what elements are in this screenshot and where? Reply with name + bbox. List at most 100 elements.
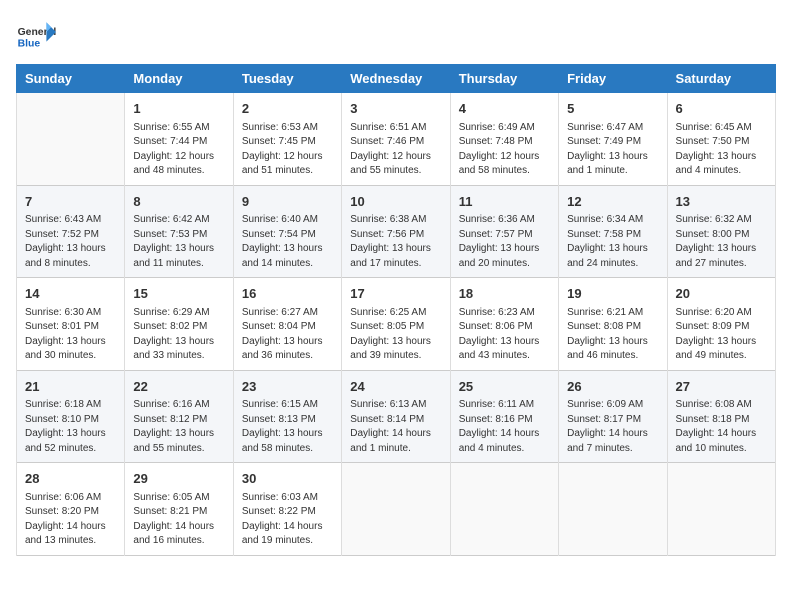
day-number: 17 (350, 284, 441, 304)
day-number: 6 (676, 99, 767, 119)
calendar-week-row: 1Sunrise: 6:55 AM Sunset: 7:44 PM Daylig… (17, 93, 776, 186)
calendar-cell: 8Sunrise: 6:42 AM Sunset: 7:53 PM Daylig… (125, 185, 233, 278)
calendar-cell (667, 463, 775, 556)
calendar-cell: 15Sunrise: 6:29 AM Sunset: 8:02 PM Dayli… (125, 278, 233, 371)
calendar-cell: 30Sunrise: 6:03 AM Sunset: 8:22 PM Dayli… (233, 463, 341, 556)
calendar-week-row: 28Sunrise: 6:06 AM Sunset: 8:20 PM Dayli… (17, 463, 776, 556)
calendar-cell: 13Sunrise: 6:32 AM Sunset: 8:00 PM Dayli… (667, 185, 775, 278)
cell-content: Sunrise: 6:13 AM Sunset: 8:14 PM Dayligh… (350, 398, 441, 456)
cell-content: Sunrise: 6:29 AM Sunset: 8:02 PM Dayligh… (133, 306, 224, 364)
cell-content: Sunrise: 6:18 AM Sunset: 8:10 PM Dayligh… (25, 398, 116, 456)
calendar-cell: 11Sunrise: 6:36 AM Sunset: 7:57 PM Dayli… (450, 185, 558, 278)
day-number: 10 (350, 192, 441, 212)
day-number: 27 (676, 377, 767, 397)
calendar-cell: 19Sunrise: 6:21 AM Sunset: 8:08 PM Dayli… (559, 278, 667, 371)
calendar-cell: 27Sunrise: 6:08 AM Sunset: 8:18 PM Dayli… (667, 370, 775, 463)
cell-content: Sunrise: 6:45 AM Sunset: 7:50 PM Dayligh… (676, 121, 767, 179)
cell-content: Sunrise: 6:43 AM Sunset: 7:52 PM Dayligh… (25, 213, 116, 271)
header-row: SundayMondayTuesdayWednesdayThursdayFrid… (17, 65, 776, 93)
cell-content: Sunrise: 6:47 AM Sunset: 7:49 PM Dayligh… (567, 121, 658, 179)
calendar-cell: 22Sunrise: 6:16 AM Sunset: 8:12 PM Dayli… (125, 370, 233, 463)
calendar-week-row: 21Sunrise: 6:18 AM Sunset: 8:10 PM Dayli… (17, 370, 776, 463)
calendar-cell: 14Sunrise: 6:30 AM Sunset: 8:01 PM Dayli… (17, 278, 125, 371)
cell-content: Sunrise: 6:15 AM Sunset: 8:13 PM Dayligh… (242, 398, 333, 456)
calendar-cell: 17Sunrise: 6:25 AM Sunset: 8:05 PM Dayli… (342, 278, 450, 371)
cell-content: Sunrise: 6:21 AM Sunset: 8:08 PM Dayligh… (567, 306, 658, 364)
day-number: 4 (459, 99, 550, 119)
day-number: 12 (567, 192, 658, 212)
calendar-cell (450, 463, 558, 556)
cell-content: Sunrise: 6:30 AM Sunset: 8:01 PM Dayligh… (25, 306, 116, 364)
col-header-saturday: Saturday (667, 65, 775, 93)
day-number: 19 (567, 284, 658, 304)
calendar-cell: 16Sunrise: 6:27 AM Sunset: 8:04 PM Dayli… (233, 278, 341, 371)
calendar-week-row: 7Sunrise: 6:43 AM Sunset: 7:52 PM Daylig… (17, 185, 776, 278)
cell-content: Sunrise: 6:38 AM Sunset: 7:56 PM Dayligh… (350, 213, 441, 271)
day-number: 7 (25, 192, 116, 212)
day-number: 26 (567, 377, 658, 397)
cell-content: Sunrise: 6:09 AM Sunset: 8:17 PM Dayligh… (567, 398, 658, 456)
calendar-cell: 10Sunrise: 6:38 AM Sunset: 7:56 PM Dayli… (342, 185, 450, 278)
cell-content: Sunrise: 6:36 AM Sunset: 7:57 PM Dayligh… (459, 213, 550, 271)
day-number: 18 (459, 284, 550, 304)
calendar-cell (342, 463, 450, 556)
day-number: 13 (676, 192, 767, 212)
day-number: 30 (242, 469, 333, 489)
calendar-week-row: 14Sunrise: 6:30 AM Sunset: 8:01 PM Dayli… (17, 278, 776, 371)
calendar-cell: 21Sunrise: 6:18 AM Sunset: 8:10 PM Dayli… (17, 370, 125, 463)
day-number: 29 (133, 469, 224, 489)
col-header-monday: Monday (125, 65, 233, 93)
col-header-sunday: Sunday (17, 65, 125, 93)
day-number: 3 (350, 99, 441, 119)
day-number: 28 (25, 469, 116, 489)
day-number: 15 (133, 284, 224, 304)
calendar-cell: 12Sunrise: 6:34 AM Sunset: 7:58 PM Dayli… (559, 185, 667, 278)
day-number: 22 (133, 377, 224, 397)
cell-content: Sunrise: 6:16 AM Sunset: 8:12 PM Dayligh… (133, 398, 224, 456)
svg-text:Blue: Blue (18, 38, 41, 49)
calendar-cell: 9Sunrise: 6:40 AM Sunset: 7:54 PM Daylig… (233, 185, 341, 278)
day-number: 2 (242, 99, 333, 119)
calendar-cell: 26Sunrise: 6:09 AM Sunset: 8:17 PM Dayli… (559, 370, 667, 463)
cell-content: Sunrise: 6:03 AM Sunset: 8:22 PM Dayligh… (242, 491, 333, 549)
calendar-cell (559, 463, 667, 556)
day-number: 16 (242, 284, 333, 304)
day-number: 8 (133, 192, 224, 212)
cell-content: Sunrise: 6:11 AM Sunset: 8:16 PM Dayligh… (459, 398, 550, 456)
day-number: 23 (242, 377, 333, 397)
cell-content: Sunrise: 6:20 AM Sunset: 8:09 PM Dayligh… (676, 306, 767, 364)
day-number: 21 (25, 377, 116, 397)
calendar-cell: 7Sunrise: 6:43 AM Sunset: 7:52 PM Daylig… (17, 185, 125, 278)
calendar-cell: 4Sunrise: 6:49 AM Sunset: 7:48 PM Daylig… (450, 93, 558, 186)
calendar-cell: 6Sunrise: 6:45 AM Sunset: 7:50 PM Daylig… (667, 93, 775, 186)
calendar-cell: 20Sunrise: 6:20 AM Sunset: 8:09 PM Dayli… (667, 278, 775, 371)
day-number: 25 (459, 377, 550, 397)
calendar-cell: 29Sunrise: 6:05 AM Sunset: 8:21 PM Dayli… (125, 463, 233, 556)
calendar-cell: 23Sunrise: 6:15 AM Sunset: 8:13 PM Dayli… (233, 370, 341, 463)
calendar-cell: 3Sunrise: 6:51 AM Sunset: 7:46 PM Daylig… (342, 93, 450, 186)
cell-content: Sunrise: 6:27 AM Sunset: 8:04 PM Dayligh… (242, 306, 333, 364)
cell-content: Sunrise: 6:34 AM Sunset: 7:58 PM Dayligh… (567, 213, 658, 271)
cell-content: Sunrise: 6:40 AM Sunset: 7:54 PM Dayligh… (242, 213, 333, 271)
col-header-tuesday: Tuesday (233, 65, 341, 93)
day-number: 20 (676, 284, 767, 304)
calendar-cell (17, 93, 125, 186)
day-number: 1 (133, 99, 224, 119)
day-number: 9 (242, 192, 333, 212)
day-number: 11 (459, 192, 550, 212)
calendar-cell: 1Sunrise: 6:55 AM Sunset: 7:44 PM Daylig… (125, 93, 233, 186)
calendar-cell: 28Sunrise: 6:06 AM Sunset: 8:20 PM Dayli… (17, 463, 125, 556)
cell-content: Sunrise: 6:55 AM Sunset: 7:44 PM Dayligh… (133, 121, 224, 179)
cell-content: Sunrise: 6:32 AM Sunset: 8:00 PM Dayligh… (676, 213, 767, 271)
page-header: General Blue (16, 16, 776, 56)
calendar-cell: 5Sunrise: 6:47 AM Sunset: 7:49 PM Daylig… (559, 93, 667, 186)
col-header-friday: Friday (559, 65, 667, 93)
cell-content: Sunrise: 6:25 AM Sunset: 8:05 PM Dayligh… (350, 306, 441, 364)
cell-content: Sunrise: 6:06 AM Sunset: 8:20 PM Dayligh… (25, 491, 116, 549)
cell-content: Sunrise: 6:08 AM Sunset: 8:18 PM Dayligh… (676, 398, 767, 456)
col-header-wednesday: Wednesday (342, 65, 450, 93)
day-number: 24 (350, 377, 441, 397)
col-header-thursday: Thursday (450, 65, 558, 93)
day-number: 5 (567, 99, 658, 119)
day-number: 14 (25, 284, 116, 304)
